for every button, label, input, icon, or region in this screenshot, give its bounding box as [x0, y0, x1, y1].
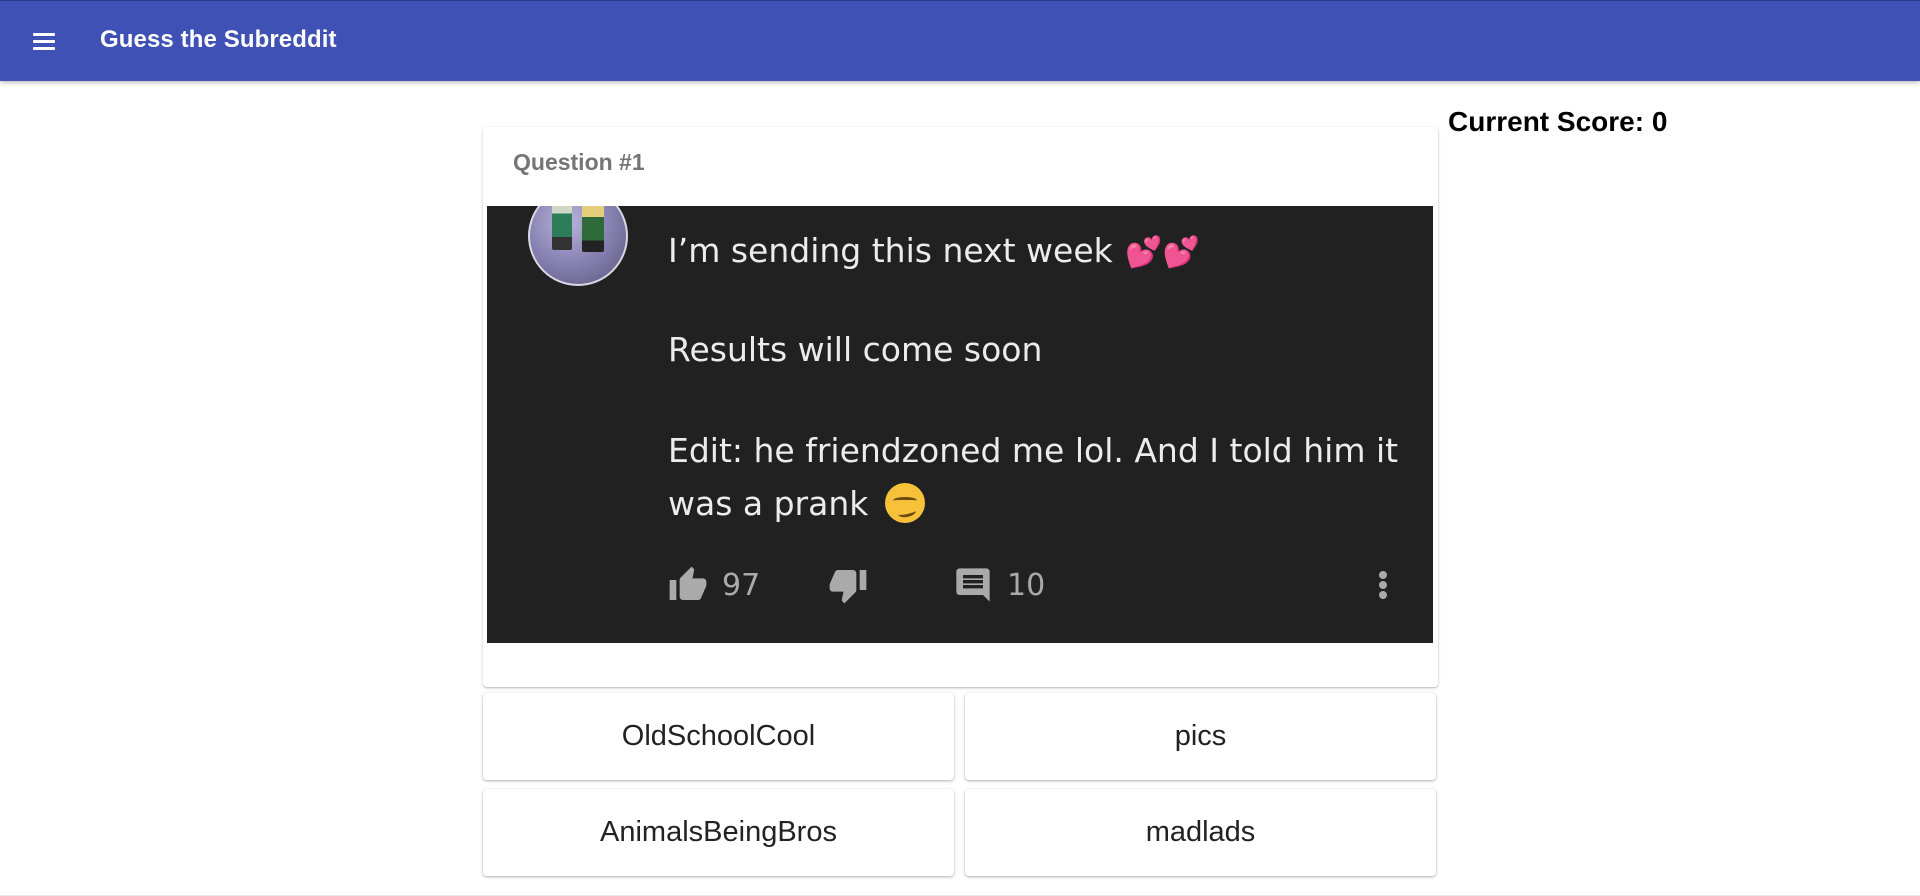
question-card: Question #1 I’m sending this next week 💕… — [483, 127, 1438, 687]
menu-icon[interactable] — [24, 21, 64, 61]
post-line-3: Edit: he friendzoned me lol. And I told … — [668, 431, 1399, 470]
dislike-button[interactable] — [828, 560, 868, 610]
post-line-2: Results will come soon — [668, 330, 1043, 369]
question-number: Question #1 — [513, 149, 645, 175]
smirk-emoji-icon — [884, 482, 925, 523]
like-button[interactable]: 97 — [668, 560, 760, 610]
answer-button-1[interactable]: OldSchoolCool — [483, 693, 954, 780]
like-count: 97 — [722, 567, 761, 603]
more-options-icon[interactable] — [1368, 560, 1398, 610]
post-text-line: was a prank — [668, 484, 869, 523]
heart-emoji-icon: 💕💕 — [1125, 235, 1200, 270]
post-text-line: I’m sending this next week — [668, 231, 1113, 270]
current-score: Current Score: 0 — [1448, 106, 1668, 137]
post-screenshot: I’m sending this next week 💕💕 Results wi… — [487, 206, 1433, 643]
avatar — [528, 206, 628, 286]
comment-icon — [956, 568, 990, 602]
app-title: Guess the Subreddit — [100, 26, 337, 53]
answer-button-2[interactable]: pics — [965, 693, 1436, 780]
answer-button-4[interactable]: madlads — [965, 789, 1436, 876]
thumbs-down-icon — [829, 570, 867, 604]
comment-count: 10 — [1007, 567, 1046, 603]
answer-button-3[interactable]: AnimalsBeingBros — [483, 789, 954, 876]
post-actions: 97 10 — [668, 560, 1408, 610]
thumbs-up-icon — [669, 566, 707, 600]
comment-button[interactable]: 10 — [953, 560, 1045, 610]
post-line-1: I’m sending this next week 💕💕 — [668, 224, 1200, 279]
post-line-4: was a prank — [668, 477, 925, 530]
app-bar: Guess the Subreddit — [0, 0, 1920, 81]
